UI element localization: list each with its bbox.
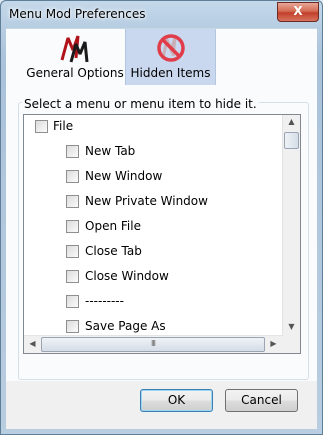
- tab-label: Hidden Items: [130, 66, 211, 80]
- checkbox[interactable]: [66, 195, 79, 208]
- vertical-scrollbar[interactable]: ▲ ▼: [282, 115, 300, 336]
- scroll-left-arrow-icon[interactable]: ◀: [24, 339, 41, 348]
- hidden-items-icon: [156, 34, 185, 62]
- checkbox[interactable]: [66, 245, 79, 258]
- horizontal-scrollbar[interactable]: ◀ III ▶: [24, 335, 283, 353]
- menu-mod-logo-icon: [60, 35, 89, 63]
- checkbox[interactable]: [66, 295, 79, 308]
- window-title: Menu Mod Preferences: [9, 7, 146, 21]
- tab-general-options[interactable]: General Options: [24, 29, 126, 85]
- tree-item-label: ---------: [85, 294, 124, 308]
- titlebar[interactable]: Menu Mod Preferences X: [1, 1, 322, 27]
- group-label: Select a menu or menu item to hide it.: [22, 97, 259, 111]
- scroll-corner: [283, 336, 300, 353]
- tree-item-label: New Private Window: [85, 194, 208, 208]
- vertical-scroll-thumb[interactable]: [284, 132, 299, 149]
- cancel-button[interactable]: Cancel: [225, 389, 298, 412]
- preferences-window: Menu Mod Preferences X General Options H…: [0, 0, 323, 435]
- tree-item-label: File: [53, 119, 74, 133]
- scroll-up-arrow-icon[interactable]: ▲: [283, 117, 300, 126]
- tree-item-label: Open File: [85, 219, 141, 233]
- menu-tree[interactable]: File New Tab New Window New Private Wind…: [23, 114, 301, 354]
- tree-item-label: Close Tab: [85, 244, 142, 258]
- button-bar: OK Cancel: [6, 381, 317, 429]
- scroll-down-arrow-icon[interactable]: ▼: [283, 322, 300, 331]
- tab-hidden-items[interactable]: Hidden Items: [125, 29, 216, 86]
- horizontal-scroll-thumb[interactable]: III: [41, 337, 265, 352]
- checkbox[interactable]: [35, 120, 48, 133]
- tree-item-label: Save Page As: [85, 319, 166, 333]
- checkbox[interactable]: [66, 170, 79, 183]
- tree-item-label: New Window: [85, 169, 163, 183]
- close-button[interactable]: X: [277, 2, 319, 22]
- scroll-right-arrow-icon[interactable]: ▶: [265, 339, 282, 348]
- tree-item-label: New Tab: [85, 144, 136, 158]
- content-panel: Select a menu or menu item to hide it. F…: [6, 85, 317, 381]
- tab-toolbar: General Options Hidden Items: [6, 28, 317, 86]
- checkbox[interactable]: [66, 145, 79, 158]
- tree-item-label: Close Window: [85, 269, 169, 283]
- checkbox[interactable]: [66, 270, 79, 283]
- checkbox[interactable]: [66, 320, 79, 333]
- checkbox[interactable]: [66, 220, 79, 233]
- tab-label: General Options: [26, 66, 124, 80]
- ok-button[interactable]: OK: [140, 389, 213, 412]
